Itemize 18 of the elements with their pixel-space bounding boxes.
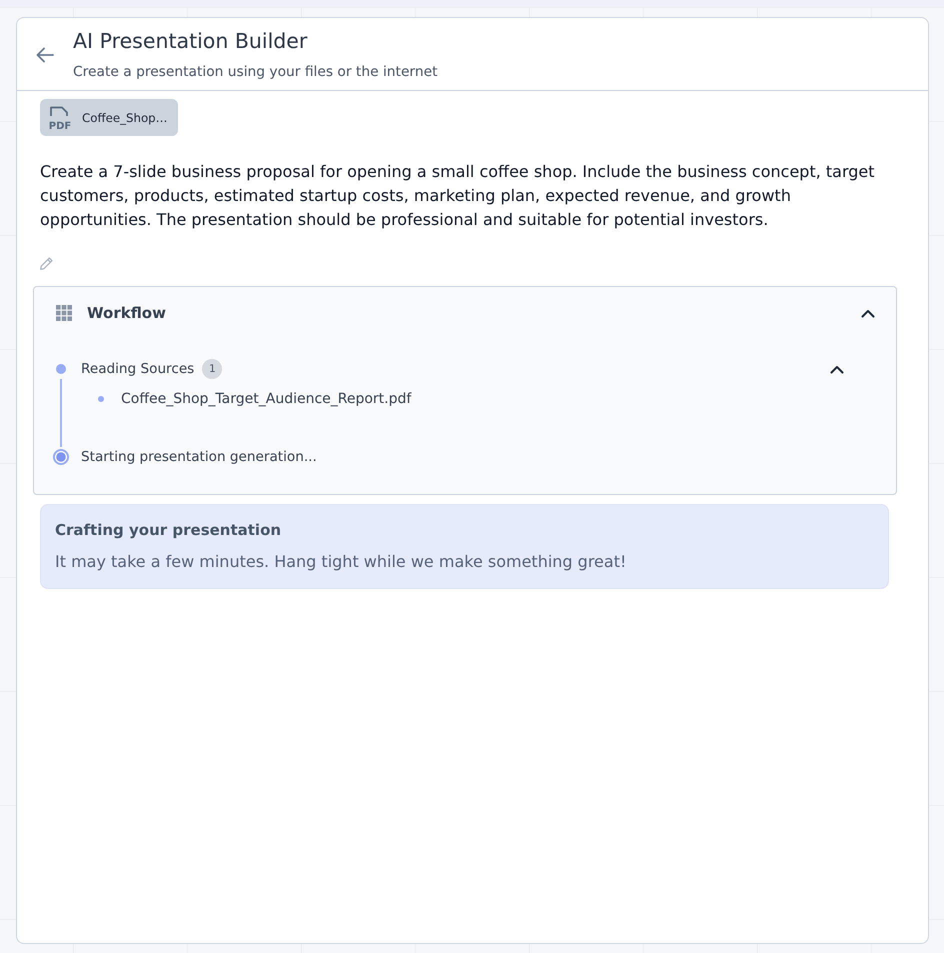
prompt-text: Create a 7-slide business proposal for opening a small coffee shop. Include the business concept, target customers, products, estimated startup costs, marketing plan, expected revenue, and growth opportunities. The presentation should be professional and suitable for potential investors.: [40, 161, 876, 231]
chevron-up-icon[interactable]: [830, 364, 844, 374]
step-label: Starting presentation generation...: [81, 449, 317, 465]
attachment-chip[interactable]: PDF Coffee_Shop…: [40, 99, 178, 136]
count-badge: 1: [202, 359, 222, 379]
step-label: Reading Sources: [81, 361, 194, 377]
notice-message: It may take a few minutes. Hang tight while we make something great!: [55, 551, 628, 573]
page-subtitle: Create a presentation using your files or the internet: [73, 63, 438, 82]
grid-icon: [56, 305, 72, 321]
notice-title: Crafting your presentation: [55, 520, 282, 540]
back-button[interactable]: [35, 44, 55, 64]
source-file-name: Coffee_Shop_Target_Audience_Report.pdf: [121, 391, 412, 407]
workflow-title: Workflow: [87, 304, 167, 322]
bullet-dot-icon: [98, 396, 104, 402]
page-title: AI Presentation Builder: [73, 28, 308, 55]
timeline-line: [60, 379, 62, 447]
chevron-up-icon[interactable]: [861, 308, 875, 318]
arrow-left-icon: [36, 46, 54, 62]
